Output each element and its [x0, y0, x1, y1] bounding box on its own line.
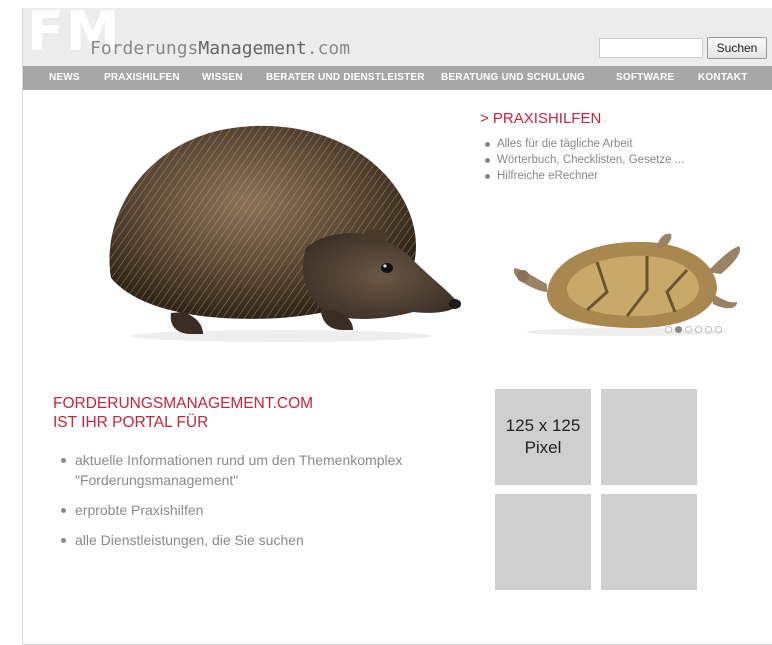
slider-dot[interactable] [695, 326, 702, 333]
nav-item-berater-und-dienstleister[interactable]: BERATER UND DIENSTLEISTER [266, 72, 425, 83]
promo-title[interactable]: > PRAXISHILFEN [480, 110, 601, 127]
promo-item[interactable]: Alles für die tägliche Arbeit [485, 136, 684, 152]
slider-dot[interactable] [705, 326, 712, 333]
hero-banner[interactable]: > PRAXISHILFEN Alles für die tägliche Ar… [23, 90, 772, 358]
main-navigation: NEWS PRAXISHILFEN WISSEN BERATER UND DIE… [23, 66, 772, 90]
nav-item-news[interactable]: NEWS [49, 72, 80, 83]
ad-size-label-line2: Pixel [524, 438, 562, 457]
nav-item-kontakt[interactable]: KONTAKT [698, 72, 748, 83]
list-item: erprobte Praxishilfen [61, 500, 421, 520]
search-input[interactable] [599, 38, 703, 58]
logo-text-part3: .com [306, 38, 351, 59]
promo-item[interactable]: Hilfreiche eRechner [485, 168, 684, 184]
nav-item-praxishilfen[interactable]: PRAXISHILFEN [104, 72, 180, 83]
slider-dot[interactable] [715, 326, 722, 333]
nav-item-wissen[interactable]: WISSEN [202, 72, 243, 83]
hedgehog-image [109, 125, 461, 342]
slider-pagination [665, 326, 722, 333]
slider-dot[interactable] [675, 326, 682, 333]
list-item: aktuelle Informationen rund um den Theme… [61, 450, 421, 490]
list-item: alle Dienstleistungen, die Sie suchen [61, 530, 421, 550]
ad-slot-4[interactable] [601, 494, 697, 590]
logo-text-part2: Management [198, 38, 307, 59]
ad-size-label-line1: 125 x 125 [505, 416, 581, 435]
ad-slot-3[interactable] [495, 494, 591, 590]
portal-feature-list: aktuelle Informationen rund um den Theme… [61, 450, 421, 560]
ad-size-label: 125 x 125 Pixel [495, 415, 591, 459]
portal-heading-line2: IST IHR PORTAL FÜR [53, 414, 209, 431]
ad-slot-2[interactable] [601, 389, 697, 485]
promo-list: Alles für die tägliche Arbeit Wörterbuch… [485, 136, 684, 184]
nav-item-software[interactable]: SOFTWARE [616, 72, 674, 83]
slider-dot[interactable] [665, 326, 672, 333]
slider-dot[interactable] [685, 326, 692, 333]
site-header: FM ForderungsManagement.com Suchen [23, 2, 772, 66]
promo-item[interactable]: Wörterbuch, Checklisten, Gesetze ... [485, 152, 684, 168]
portal-heading-line1: FORDERUNGSMANAGEMENT.COM [53, 395, 314, 412]
logo-wordmark[interactable]: ForderungsManagement.com [90, 38, 350, 59]
nav-item-beratung-und-schulung[interactable]: BERATUNG UND SCHULUNG [441, 72, 585, 83]
ad-slot-1[interactable]: 125 x 125 Pixel [495, 389, 591, 485]
logo-text-part1: Forderungs [90, 38, 199, 59]
page-frame: FM ForderungsManagement.com Suchen NEWS … [22, 2, 772, 645]
search-button[interactable]: Suchen [707, 37, 767, 59]
portal-heading: FORDERUNGSMANAGEMENT.COM IST IHR PORTAL … [53, 394, 313, 432]
